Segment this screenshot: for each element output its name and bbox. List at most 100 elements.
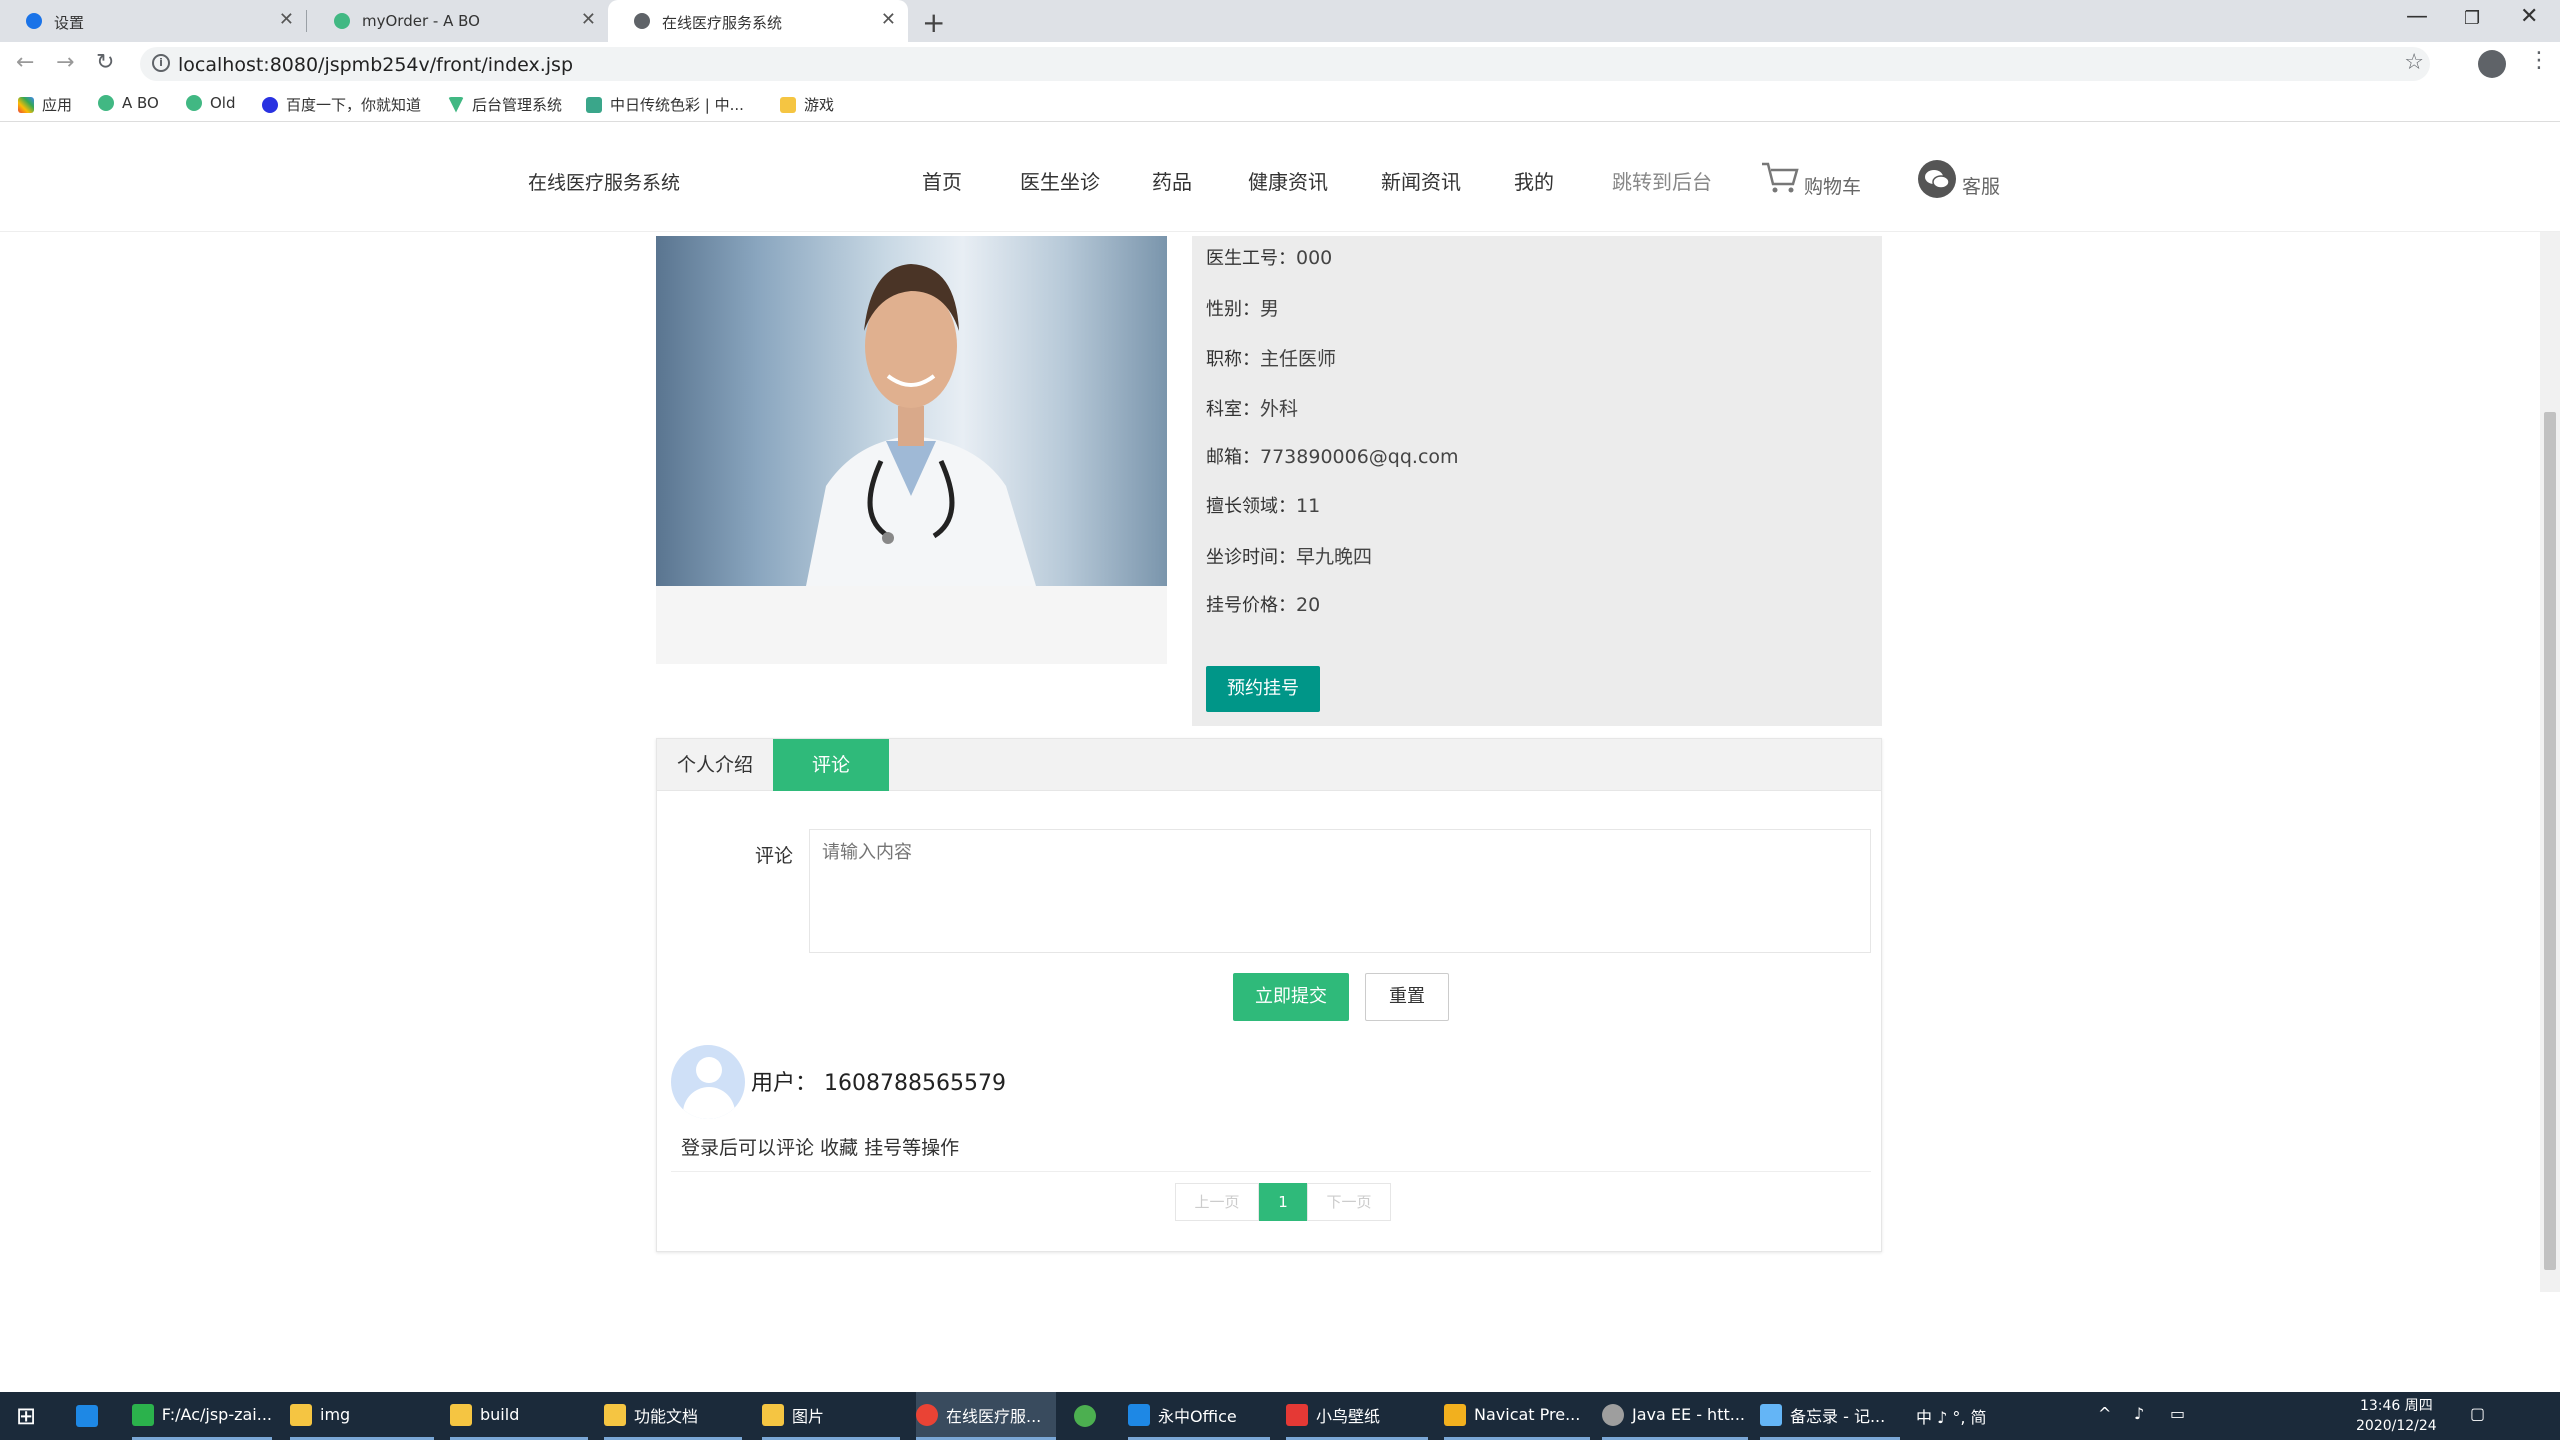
cart-icon[interactable] (1760, 160, 1800, 194)
taskbar-build-folder[interactable]: build (450, 1392, 588, 1440)
submit-button[interactable]: 立即提交 (1233, 973, 1349, 1021)
close-icon[interactable]: ✕ (279, 9, 294, 30)
info-row-department: 科室：外科 (1206, 398, 1299, 420)
nav-news[interactable]: 新闻资讯 (1381, 166, 1461, 195)
eclipse-icon (1602, 1403, 1624, 1426)
windows-start-icon[interactable]: ⊞ (16, 1392, 36, 1440)
nav-medicine[interactable]: 药品 (1152, 166, 1192, 195)
notification-icon[interactable]: ▢ (2470, 1404, 2485, 1423)
nav-service[interactable]: 客服 (1962, 172, 2000, 199)
scrollbar-thumb[interactable] (2544, 412, 2556, 1270)
bookmark-games[interactable]: 游戏 (780, 94, 834, 115)
nav-mine[interactable]: 我的 (1514, 166, 1554, 195)
browser-tab-strip: 设置 ✕ myOrder - A BO ✕ 在线医疗服务系统 ✕ + — ❐ ✕ (0, 0, 2560, 42)
back-arrow-icon[interactable]: ← (16, 50, 34, 75)
browser-tab-myorder[interactable]: myOrder - A BO ✕ (308, 0, 608, 42)
taskbar-hbuilder[interactable]: F:/Ac/jsp-zai... (132, 1392, 272, 1440)
bookmark-star-icon[interactable]: ☆ (2404, 50, 2424, 75)
tabs-header: 个人介绍 评论 (657, 739, 1881, 791)
vue-icon (98, 95, 114, 111)
bookmark-old[interactable]: Old (186, 94, 236, 112)
gear-icon (26, 13, 42, 29)
reload-icon[interactable]: ↻ (96, 50, 114, 75)
taskbar-green-app[interactable] (1074, 1392, 1104, 1440)
comment-user: 用户： 1608788565579 (751, 1071, 1006, 1096)
system-clock[interactable]: 13:46 周四 2020/12/24 (2356, 1396, 2437, 1436)
page-1-button[interactable]: 1 (1259, 1183, 1307, 1221)
input-method-indicator[interactable]: 中 ♪ °, 简 (1916, 1404, 1987, 1428)
info-row-schedule: 坐诊时间：早九晚四 (1206, 546, 1373, 568)
info-row-title: 职称：主任医师 (1206, 348, 1337, 370)
comment-input[interactable] (809, 829, 1871, 953)
comment-label: 评论 (755, 845, 794, 867)
bookmark-admin[interactable]: 后台管理系统 (448, 94, 562, 115)
tray-volume-icon[interactable]: ♪ (2134, 1404, 2144, 1423)
vue-icon (334, 13, 350, 29)
taskbar-yozo-office[interactable]: 永中Office (1128, 1392, 1270, 1440)
info-row-id: 医生工号：000 (1206, 247, 1333, 269)
close-icon[interactable]: ✕ (581, 9, 596, 30)
vue-logo-icon (448, 96, 464, 113)
tray-network-icon[interactable]: ▭ (2170, 1404, 2185, 1423)
taskbar-img-folder[interactable]: img (290, 1392, 434, 1440)
comment-text: 登录后可以评论 收藏 挂号等操作 (681, 1137, 960, 1159)
info-icon[interactable]: i (152, 54, 170, 72)
bookmark-baidu[interactable]: 百度一下，你就知道 (262, 94, 421, 115)
tray-chevron-icon[interactable]: ^ (2098, 1404, 2111, 1423)
menu-kebab-icon[interactable]: ⋮ (2528, 48, 2550, 73)
nav-cart[interactable]: 购物车 (1804, 172, 1861, 199)
close-icon[interactable]: ✕ (881, 9, 896, 30)
navicat-icon (1444, 1403, 1466, 1426)
photo-caption-area (656, 586, 1167, 664)
taskbar-wallpaper[interactable]: 小鸟壁纸 (1286, 1392, 1428, 1440)
bookmark-abo[interactable]: A BO (98, 94, 159, 112)
address-url[interactable]: localhost:8080/jspmb254v/front/index.jsp (178, 54, 573, 76)
next-page-button[interactable]: 下一页 (1307, 1183, 1391, 1221)
browser-toolbar: ← → ↻ i localhost:8080/jspmb254v/front/i… (0, 42, 2560, 86)
windows-taskbar: ⊞ F:/Ac/jsp-zai... img build 功能文档 图片 在线医… (0, 1392, 2560, 1440)
browser-tab-active[interactable]: 在线医疗服务系统 ✕ (608, 0, 908, 42)
doctor-info-panel: 医生工号：000 性别：男 职称：主任医师 科室：外科 邮箱：773890006… (1192, 236, 1882, 726)
minimize-icon[interactable]: — (2406, 4, 2428, 29)
taskbar-notepad[interactable]: 备忘录 - 记... (1760, 1392, 1900, 1440)
nav-admin[interactable]: 跳转到后台 (1612, 166, 1712, 195)
browser-tab-settings[interactable]: 设置 ✕ (0, 0, 306, 42)
taskbar-pinned-app[interactable] (76, 1392, 106, 1440)
app-icon (1074, 1405, 1096, 1427)
info-row-price: 挂号价格：20 (1206, 594, 1321, 616)
pagination: 上一页 1 下一页 (1175, 1183, 1391, 1221)
nav-health-info[interactable]: 健康资讯 (1248, 166, 1328, 195)
taskbar-eclipse[interactable]: Java EE - htt... (1602, 1392, 1748, 1440)
user-avatar (671, 1045, 745, 1119)
window-close-icon[interactable]: ✕ (2520, 4, 2538, 29)
folder-icon (780, 96, 796, 113)
appointment-button[interactable]: 预约挂号 (1206, 666, 1320, 712)
doctor-photo (656, 236, 1167, 586)
tab-introduction[interactable]: 个人介绍 (657, 739, 773, 791)
folder-icon (604, 1403, 626, 1426)
wechat-icon[interactable] (1918, 160, 1956, 198)
address-bar[interactable]: i localhost:8080/jspmb254v/front/index.j… (140, 47, 2430, 81)
new-tab-button[interactable]: + (922, 6, 945, 39)
forward-arrow-icon[interactable]: → (56, 50, 74, 75)
reset-button[interactable]: 重置 (1365, 973, 1449, 1021)
bird-icon (1286, 1403, 1308, 1426)
office-icon (1128, 1403, 1150, 1426)
restore-icon[interactable]: ❐ (2464, 8, 2480, 29)
folder-icon (450, 1403, 472, 1426)
taskbar-docs-folder[interactable]: 功能文档 (604, 1392, 742, 1440)
page-scrollbar[interactable] (2540, 232, 2560, 1292)
color-palette-icon (586, 96, 602, 113)
nav-doctors[interactable]: 医生坐诊 (1020, 166, 1100, 195)
profile-avatar-icon[interactable] (2478, 50, 2506, 78)
taskbar-navicat[interactable]: Navicat Pre... (1444, 1392, 1590, 1440)
site-brand[interactable]: 在线医疗服务系统 (528, 168, 680, 195)
bookmark-colors[interactable]: 中日传统色彩 | 中... (586, 94, 744, 115)
nav-home[interactable]: 首页 (922, 166, 962, 195)
chrome-icon (916, 1403, 938, 1426)
bookmark-apps[interactable]: 应用 (18, 94, 72, 115)
taskbar-pictures-folder[interactable]: 图片 (762, 1392, 900, 1440)
taskbar-chrome[interactable]: 在线医疗服... (916, 1392, 1056, 1440)
tab-comments[interactable]: 评论 (773, 739, 889, 791)
prev-page-button[interactable]: 上一页 (1175, 1183, 1259, 1221)
